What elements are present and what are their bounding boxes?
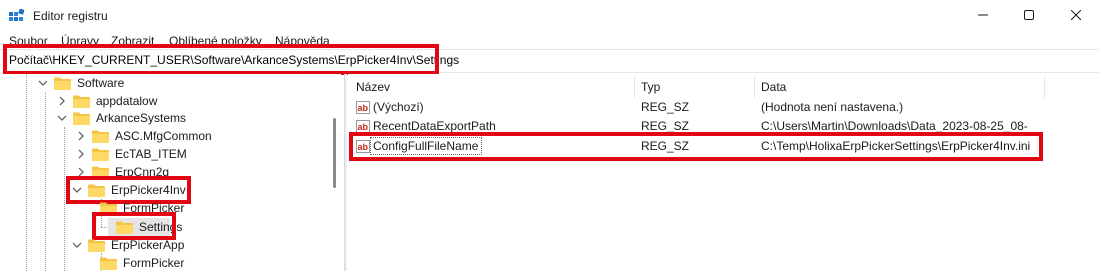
value-data: C:\Users\Martin\Downloads\Data_2023-08-2… bbox=[761, 119, 1028, 133]
tree-node-appdatalow[interactable]: appdatalow bbox=[57, 92, 157, 110]
tree-node-label: Software bbox=[77, 76, 125, 90]
value-type: REG_SZ bbox=[641, 139, 690, 153]
folder-icon bbox=[54, 77, 71, 90]
value-type: REG_SZ bbox=[641, 100, 690, 114]
svg-text:ab: ab bbox=[358, 142, 369, 152]
chevron-down-icon[interactable] bbox=[72, 240, 82, 250]
tree-node-ectab-item[interactable]: EcTAB_ITEM bbox=[76, 145, 187, 163]
value-name[interactable]: (Výchozí) bbox=[373, 100, 424, 114]
window-title: Editor registru bbox=[33, 9, 108, 23]
svg-text:ab: ab bbox=[358, 103, 369, 113]
tree-node-label: EcTAB_ITEM bbox=[115, 147, 187, 161]
folder-icon bbox=[73, 95, 90, 108]
folder-icon bbox=[73, 112, 90, 125]
chevron-down-icon[interactable] bbox=[57, 113, 67, 123]
tree-node-label: ASC.MfgCommon bbox=[115, 129, 212, 143]
tree-node-label: FormPicker bbox=[123, 256, 185, 270]
folder-icon bbox=[100, 257, 117, 270]
column-separator[interactable] bbox=[754, 76, 755, 98]
tree-guide-line bbox=[64, 127, 65, 271]
tree-node-label: ArkanceSystems bbox=[96, 111, 187, 125]
pane-splitter[interactable] bbox=[344, 74, 347, 271]
value-name[interactable]: RecentDataExportPath bbox=[373, 119, 496, 133]
value-name[interactable]: ConfigFullFileName bbox=[373, 139, 478, 153]
value-data: C:\Temp\HolixaErpPickerSettings\ErpPicke… bbox=[761, 139, 1031, 153]
close-button[interactable] bbox=[1053, 0, 1099, 32]
column-header-name[interactable]: Název bbox=[356, 80, 390, 94]
chevron-right-icon[interactable] bbox=[76, 149, 86, 159]
string-value-icon: ab bbox=[356, 101, 370, 114]
tree-node-asc-mfgcommon[interactable]: ASC.MfgCommon bbox=[76, 127, 212, 145]
column-header-type[interactable]: Typ bbox=[641, 80, 660, 94]
maximize-icon bbox=[1024, 9, 1034, 23]
address-highlight-box bbox=[3, 44, 439, 75]
chevron-down-icon[interactable] bbox=[38, 78, 48, 88]
tree-guide-line bbox=[26, 74, 27, 271]
chevron-right-icon[interactable] bbox=[57, 96, 67, 106]
string-value-icon: ab bbox=[356, 140, 370, 153]
registry-editor-icon bbox=[9, 8, 25, 23]
folder-icon bbox=[92, 148, 109, 161]
column-separator[interactable] bbox=[1044, 76, 1045, 98]
column-separator[interactable] bbox=[634, 76, 635, 98]
close-icon bbox=[1070, 9, 1082, 23]
tree-node-formpicker-2[interactable]: FormPicker bbox=[100, 254, 184, 271]
folder-icon bbox=[88, 239, 105, 252]
tree-scrollbar-thumb[interactable] bbox=[333, 118, 336, 188]
minimize-icon bbox=[978, 9, 988, 23]
value-data: (Hodnota není nastavena.) bbox=[761, 100, 904, 114]
chevron-right-icon[interactable] bbox=[76, 131, 86, 141]
title-bar: Editor registru bbox=[0, 0, 1099, 32]
column-header-data[interactable]: Data bbox=[761, 80, 786, 94]
tree-node-arkancesystems[interactable]: ArkanceSystems bbox=[57, 109, 186, 127]
value-type: REG_SZ bbox=[641, 119, 690, 133]
tree-node-software[interactable]: Software bbox=[38, 74, 124, 92]
tree-guide-line bbox=[45, 92, 46, 271]
minimize-button[interactable] bbox=[960, 0, 1006, 32]
value-list[interactable] bbox=[348, 74, 1099, 271]
tree-node-erppickerapp[interactable]: ErpPickerApp bbox=[72, 236, 184, 254]
svg-text:ab: ab bbox=[358, 122, 369, 132]
folder-icon bbox=[92, 130, 109, 143]
tree-node-label: ErpPickerApp bbox=[111, 238, 185, 252]
maximize-button[interactable] bbox=[1006, 0, 1052, 32]
tree-node-label: appdatalow bbox=[96, 94, 158, 108]
